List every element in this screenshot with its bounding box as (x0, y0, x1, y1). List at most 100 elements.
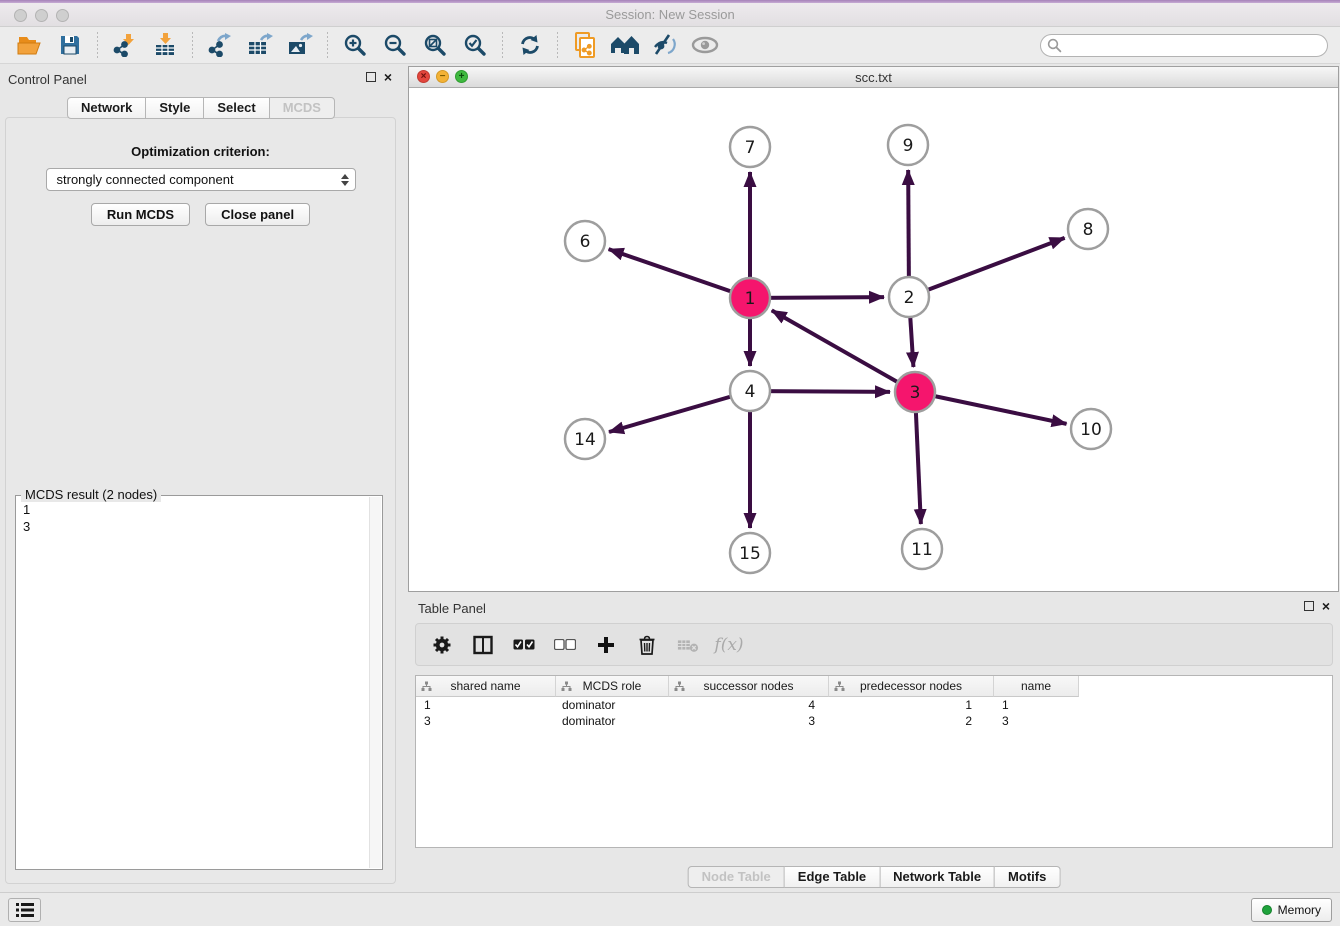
zoom-in-icon (343, 33, 367, 57)
graph-node-7[interactable]: 7 (730, 127, 770, 167)
column-header-MCDS-role[interactable]: MCDS role (556, 676, 669, 697)
table-toolbar: f(x) (415, 623, 1333, 666)
graph-node-15[interactable]: 15 (730, 533, 770, 573)
network-canvas[interactable]: 7 9 6 8 1 2 4 3 14 10 15 11 (409, 89, 1338, 591)
zoom-fit-button[interactable] (420, 31, 450, 59)
edge-3-10[interactable] (915, 392, 1067, 424)
search-input[interactable] (1062, 36, 1327, 55)
zoom-selected-button[interactable] (460, 31, 490, 59)
attribute-type-icon (834, 681, 845, 692)
column-header-name[interactable]: name (994, 676, 1079, 697)
graph-node-1[interactable]: 1 (730, 278, 770, 318)
search-icon (1047, 38, 1062, 53)
zoom-fit-icon (423, 33, 447, 57)
tab-network[interactable]: Network (67, 97, 146, 119)
column-header-predecessor-nodes[interactable]: predecessor nodes (829, 676, 994, 697)
open-session-button[interactable] (15, 31, 45, 59)
mcds-result-list[interactable]: 13 (17, 499, 368, 868)
import-table-button[interactable] (150, 31, 180, 59)
close-panel-button[interactable]: Close panel (205, 203, 310, 226)
node-label: 7 (745, 138, 756, 158)
show-graphics-details-button[interactable] (690, 31, 720, 59)
table-settings-button[interactable] (431, 634, 453, 656)
graph-node-6[interactable]: 6 (565, 221, 605, 261)
edge-2-8[interactable] (909, 238, 1065, 297)
tab-edge-table[interactable]: Edge Table (785, 866, 880, 888)
select-all-columns-button[interactable] (513, 634, 535, 656)
tab-mcds[interactable]: MCDS (270, 97, 335, 119)
control-panel-header: Control Panel × (0, 66, 402, 92)
network-graph[interactable]: 7 9 6 8 1 2 4 3 14 10 15 11 (409, 89, 1338, 591)
column-label: predecessor nodes (860, 679, 962, 693)
task-history-button[interactable] (8, 898, 41, 922)
save-session-button[interactable] (55, 31, 85, 59)
settings-gear-icon (432, 635, 452, 655)
import-network-button[interactable] (110, 31, 140, 59)
column-header-successor-nodes[interactable]: successor nodes (669, 676, 829, 697)
graph-node-4[interactable]: 4 (730, 371, 770, 411)
edge-1-6[interactable] (609, 249, 750, 298)
export-network-button[interactable] (205, 31, 235, 59)
edge-4-14[interactable] (609, 391, 750, 432)
table-row[interactable]: 1dominator411 (416, 697, 1332, 713)
tab-node-table[interactable]: Node Table (688, 866, 785, 888)
add-row-button[interactable] (595, 634, 617, 656)
cell-successor-nodes[interactable]: 3 (669, 713, 829, 729)
delete-table-button[interactable] (677, 634, 699, 656)
delete-row-button[interactable] (636, 634, 658, 656)
result-item[interactable]: 3 (23, 518, 362, 535)
graph-node-10[interactable]: 10 (1071, 409, 1111, 449)
run-mcds-button[interactable]: Run MCDS (91, 203, 190, 226)
result-item[interactable]: 1 (23, 501, 362, 518)
table-row[interactable]: 3dominator323 (416, 713, 1332, 729)
float-panel-icon[interactable] (1304, 601, 1314, 611)
close-panel-icon[interactable]: × (384, 72, 392, 82)
graph-node-9[interactable]: 9 (888, 125, 928, 165)
cell-MCDS-role[interactable]: dominator (556, 713, 669, 729)
export-table-button[interactable] (245, 31, 275, 59)
deselect-all-columns-button[interactable] (554, 634, 576, 656)
edge-3-1[interactable] (772, 310, 915, 392)
export-image-button[interactable] (285, 31, 315, 59)
import-table-icon (153, 33, 177, 57)
graph-node-8[interactable]: 8 (1068, 209, 1108, 249)
hide-graphics-details-button[interactable] (650, 31, 680, 59)
column-layout-icon (473, 635, 493, 655)
graph-node-2[interactable]: 2 (889, 277, 929, 317)
node-label: 3 (910, 383, 921, 403)
tab-network-table[interactable]: Network Table (880, 866, 995, 888)
node-label: 2 (904, 288, 915, 308)
close-panel-icon[interactable]: × (1322, 601, 1330, 611)
home-button[interactable] (610, 31, 640, 59)
float-panel-icon[interactable] (366, 72, 376, 82)
tab-style[interactable]: Style (146, 97, 204, 119)
refresh-button[interactable] (515, 31, 545, 59)
result-scrollbar[interactable] (369, 497, 381, 868)
graph-node-14[interactable]: 14 (565, 419, 605, 459)
function-builder-button[interactable]: f(x) (718, 634, 740, 656)
status-bar: Memory (0, 892, 1340, 926)
column-layout-button[interactable] (472, 634, 494, 656)
tab-select[interactable]: Select (204, 97, 269, 119)
memory-button[interactable]: Memory (1251, 898, 1332, 922)
cell-MCDS-role[interactable]: dominator (556, 697, 669, 713)
column-header-shared-name[interactable]: shared name (416, 676, 556, 697)
graph-node-3[interactable]: 3 (895, 372, 935, 412)
cell-name[interactable]: 1 (994, 697, 1079, 713)
cell-predecessor-nodes[interactable]: 2 (829, 713, 994, 729)
network-window-titlebar[interactable]: × − + scc.txt (409, 67, 1338, 88)
clone-network-button[interactable] (570, 31, 600, 59)
criterion-select[interactable]: strongly connected component (46, 168, 356, 191)
eye-icon (691, 35, 719, 55)
hide-graphics-details-icon (652, 33, 678, 57)
graph-node-11[interactable]: 11 (902, 529, 942, 569)
cell-successor-nodes[interactable]: 4 (669, 697, 829, 713)
tab-motifs[interactable]: Motifs (995, 866, 1060, 888)
zoom-out-button[interactable] (380, 31, 410, 59)
zoom-in-button[interactable] (340, 31, 370, 59)
cell-name[interactable]: 3 (994, 713, 1079, 729)
cell-shared-name[interactable]: 1 (416, 697, 556, 713)
cell-predecessor-nodes[interactable]: 1 (829, 697, 994, 713)
cell-shared-name[interactable]: 3 (416, 713, 556, 729)
column-label: successor nodes (703, 679, 793, 693)
